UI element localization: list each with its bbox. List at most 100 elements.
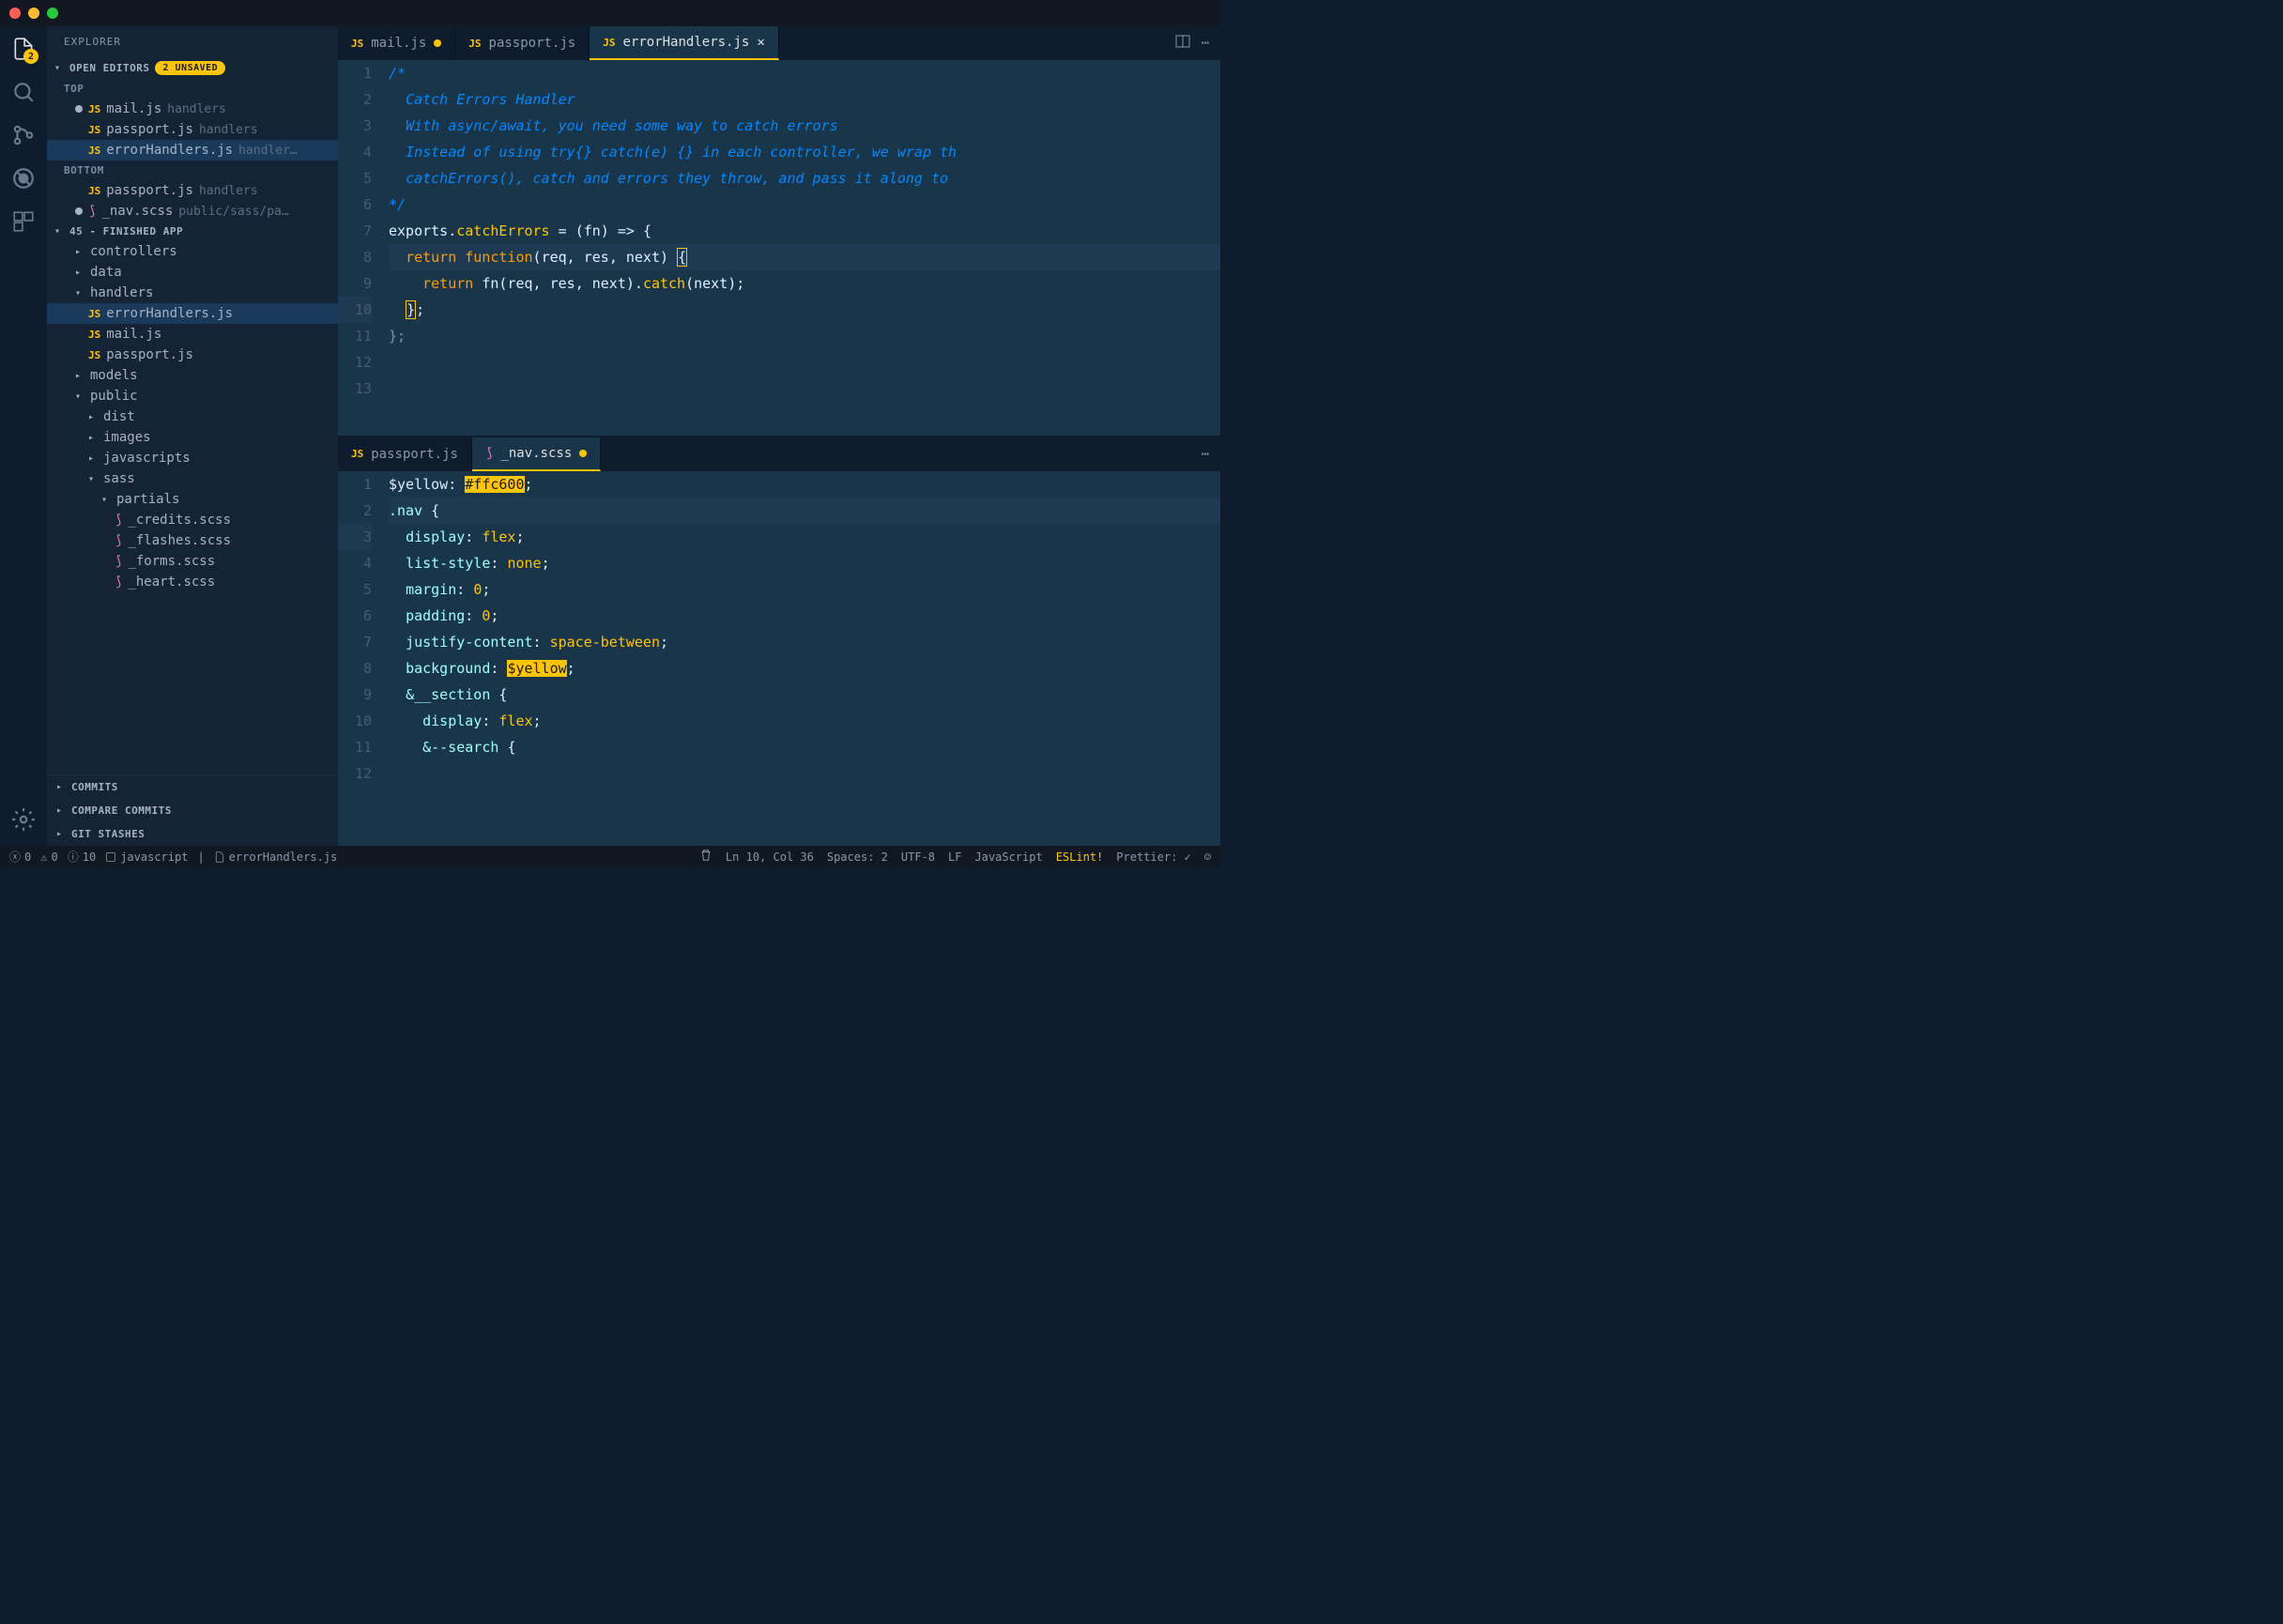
folder-item[interactable]: ▸controllers (47, 241, 338, 262)
editor-tab[interactable]: ⟆_nav.scss (472, 437, 601, 471)
sass-icon: ⟆ (115, 575, 122, 590)
open-editor-item[interactable]: JSerrorHandlers.js handler… (47, 140, 338, 161)
open-editor-item[interactable]: ⟆_nav.scss public/sass/pa… (47, 201, 338, 222)
status-eol[interactable]: LF (948, 850, 961, 864)
folder-item[interactable]: ▾sass (47, 468, 338, 489)
file-item[interactable]: ⟆_heart.scss (47, 572, 338, 592)
code-line[interactable]: Instead of using try{} catch(e) {} in ea… (389, 139, 1220, 165)
debug-icon[interactable] (10, 165, 37, 192)
chevron-right-icon: ▸ (56, 829, 66, 839)
folder-item[interactable]: ▸models (47, 365, 338, 386)
folder-item[interactable]: ▸data (47, 262, 338, 283)
folder-item[interactable]: ▾public (47, 386, 338, 406)
chevron-right-icon: ▸ (56, 782, 66, 792)
top-editor[interactable]: 12345678910111213 /* Catch Errors Handle… (338, 60, 1220, 402)
folder-item[interactable]: ▾partials (47, 489, 338, 510)
open-editor-item[interactable]: JSpassport.js handlers (47, 180, 338, 201)
status-errors[interactable]: ⓧ 0 (9, 849, 31, 865)
open-editors-header[interactable]: ▾ OPEN EDITORS 2 UNSAVED (47, 57, 338, 79)
split-editor-icon[interactable] (1175, 34, 1190, 53)
status-language[interactable]: javascript (105, 850, 188, 864)
more-icon[interactable]: ⋯ (1202, 36, 1209, 51)
editor-tab[interactable]: JSerrorHandlers.js✕ (590, 26, 779, 60)
panel-header[interactable]: ▸COMPARE COMMITS (47, 799, 338, 822)
panel-header[interactable]: ▸COMMITS (47, 775, 338, 799)
status-position[interactable]: Ln 10, Col 36 (726, 850, 814, 864)
window-maximize[interactable] (47, 8, 58, 19)
activity-bar: 2 (0, 26, 47, 846)
code-line[interactable]: }; (389, 297, 1220, 323)
folder-item[interactable]: ▸javascripts (47, 448, 338, 468)
status-info[interactable]: ⓘ 10 (68, 849, 96, 865)
modified-dot-icon (434, 39, 441, 47)
status-encoding[interactable]: UTF-8 (901, 850, 935, 864)
settings-icon[interactable] (10, 806, 37, 833)
status-trash-icon[interactable] (699, 849, 712, 865)
explorer-icon[interactable]: 2 (10, 36, 37, 62)
folder-item[interactable]: ▸dist (47, 406, 338, 427)
code-line[interactable]: &--search { (389, 734, 1220, 760)
js-icon: JS (468, 38, 481, 50)
code-line[interactable]: Catch Errors Handler (389, 86, 1220, 113)
file-item[interactable]: JSmail.js (47, 324, 338, 345)
file-item[interactable]: ⟆_credits.scss (47, 510, 338, 530)
search-icon[interactable] (10, 79, 37, 105)
code-line[interactable]: */ (389, 192, 1220, 218)
code-line[interactable]: return fn(req, res, next).catch(next); (389, 270, 1220, 297)
status-prettier[interactable]: Prettier: ✓ (1116, 850, 1190, 864)
chevron-down-icon: ▾ (101, 495, 111, 505)
close-icon[interactable]: ✕ (757, 35, 764, 50)
code-line[interactable]: /* (389, 60, 1220, 86)
open-editor-item[interactable]: JSmail.js handlers (47, 99, 338, 119)
folder-item[interactable]: ▸images (47, 427, 338, 448)
code-line[interactable]: exports.catchErrors = (fn) => { (389, 218, 1220, 244)
status-warnings[interactable]: ⚠ 0 (40, 850, 57, 864)
bottom-editor[interactable]: 123456789101112 $yellow: #ffc600;.nav { … (338, 471, 1220, 787)
status-eslint[interactable]: ESLint! (1056, 850, 1104, 864)
more-icon[interactable]: ⋯ (1202, 447, 1209, 462)
code-line[interactable]: margin: 0; (389, 576, 1220, 603)
open-editor-item[interactable]: JSpassport.js handlers (47, 119, 338, 140)
window-minimize[interactable] (28, 8, 39, 19)
code-line[interactable]: .nav { (389, 498, 1220, 524)
code-line[interactable]: $yellow: #ffc600; (389, 471, 1220, 498)
status-file[interactable]: errorHandlers.js (214, 850, 338, 864)
code-line[interactable]: }; (389, 323, 1220, 349)
js-icon: JS (88, 308, 100, 320)
sass-icon: ⟆ (115, 533, 122, 548)
status-lang-mode[interactable]: JavaScript (974, 850, 1042, 864)
editor-group-label: BOTTOM (47, 161, 338, 180)
editor-tab[interactable]: JSpassport.js (338, 437, 472, 471)
code-line[interactable]: &__section { (389, 682, 1220, 708)
file-item[interactable]: JSpassport.js (47, 345, 338, 365)
folder-item[interactable]: ▾handlers (47, 283, 338, 303)
chevron-right-icon: ▸ (88, 433, 98, 443)
source-control-icon[interactable] (10, 122, 37, 148)
code-line[interactable]: With async/await, you need some way to c… (389, 113, 1220, 139)
editor-tab[interactable]: JSmail.js (338, 26, 455, 60)
code-line[interactable]: padding: 0; (389, 603, 1220, 629)
code-line[interactable]: display: flex; (389, 708, 1220, 734)
extensions-icon[interactable] (10, 208, 37, 235)
chevron-right-icon: ▸ (56, 805, 66, 816)
editor-tab[interactable]: JSpassport.js (455, 26, 590, 60)
js-icon: JS (88, 329, 100, 341)
code-line[interactable]: return function(req, res, next) { (389, 244, 1220, 270)
status-spaces[interactable]: Spaces: 2 (827, 850, 888, 864)
file-item[interactable]: ⟆_flashes.scss (47, 530, 338, 551)
status-feedback-icon[interactable]: ☺ (1204, 850, 1211, 864)
code-line[interactable]: display: flex; (389, 524, 1220, 550)
file-item[interactable]: JSerrorHandlers.js (47, 303, 338, 324)
panel-header[interactable]: ▸GIT STASHES (47, 822, 338, 846)
code-line[interactable]: background: $yellow; (389, 655, 1220, 682)
titlebar (0, 0, 1220, 26)
code-line[interactable]: justify-content: space-between; (389, 629, 1220, 655)
window-close[interactable] (9, 8, 21, 19)
chevron-down-icon: ▾ (88, 474, 98, 484)
code-line[interactable]: list-style: none; (389, 550, 1220, 576)
code-line[interactable]: catchErrors(), catch and errors they thr… (389, 165, 1220, 192)
editor-area: JSmail.jsJSpassport.jsJSerrorHandlers.js… (338, 26, 1220, 846)
project-header[interactable]: ▾ 45 - FINISHED APP (47, 222, 338, 241)
file-item[interactable]: ⟆_forms.scss (47, 551, 338, 572)
explorer-badge: 2 (23, 49, 38, 64)
